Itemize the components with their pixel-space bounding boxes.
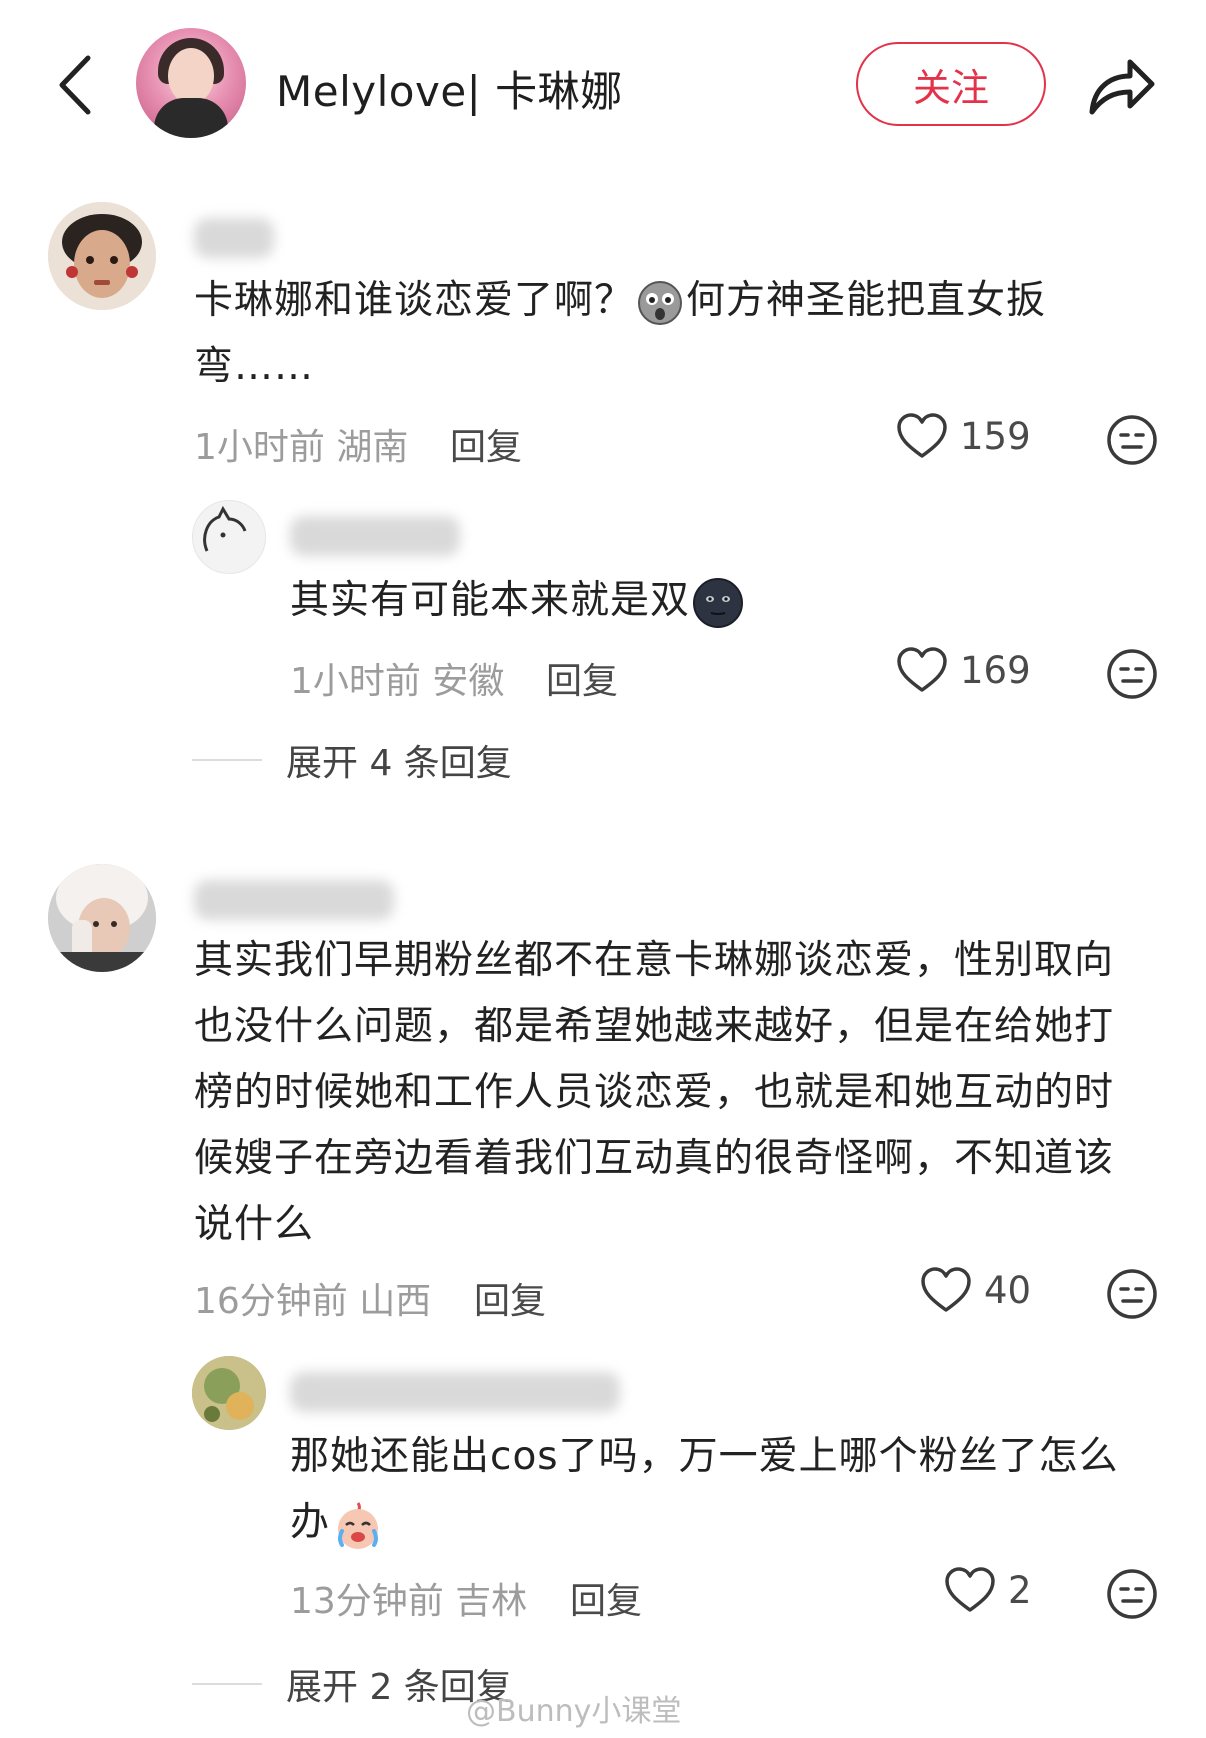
reply-time-location: 13分钟前 吉林 [290, 1581, 528, 1622]
reply-button[interactable]: 回复 [450, 418, 522, 470]
crying-face-emoji-icon [332, 1499, 384, 1551]
reply-button[interactable]: 回复 [474, 1272, 546, 1324]
heart-outline-icon [945, 1567, 995, 1612]
neutral-face-icon[interactable] [1106, 1268, 1158, 1320]
like-button[interactable]: 169 [896, 646, 1031, 694]
comment-line-2: 也没什么问题，都是希望她越来越好，但是在给她打 [194, 1004, 1115, 1049]
like-count: 40 [984, 1268, 1032, 1312]
author-avatar[interactable] [136, 28, 246, 138]
heart-outline-icon [921, 1267, 971, 1312]
share-icon[interactable] [1086, 50, 1158, 120]
like-button[interactable]: 2 [944, 1566, 1032, 1614]
expand-divider [192, 759, 262, 761]
neutral-face-icon[interactable] [1106, 648, 1158, 700]
reply-avatar[interactable] [192, 1356, 266, 1430]
comment-text-part1: 卡琳娜和谁谈恋爱了啊？ [194, 278, 635, 323]
expand-replies-button[interactable]: 展开 2 条回复 [192, 1658, 512, 1710]
comment-line-3: 榜的时候她和工作人员谈恋爱，也就是和她互动的时 [194, 1070, 1115, 1115]
heart-outline-icon [897, 647, 947, 692]
commenter-name-blurred[interactable] [194, 880, 394, 920]
comment-time-location: 16分钟前 山西 [194, 1281, 432, 1322]
shocked-face-emoji-icon [636, 279, 684, 327]
back-chevron-icon[interactable] [50, 50, 100, 120]
comment-text: 其实我们早期粉丝都不在意卡琳娜谈恋爱，性别取向 也没什么问题，都是希望她越来越好… [194, 928, 1174, 1258]
comment-line-5: 说什么 [194, 1202, 315, 1247]
post-header: Melylove| 卡琳娜 关注 [0, 0, 1206, 170]
replier-name-blurred[interactable] [290, 1372, 620, 1412]
heart-outline-icon [897, 413, 947, 458]
reply-time-location: 1小时前 安徽 [290, 661, 505, 702]
commenter-name-blurred[interactable] [194, 218, 274, 258]
reply-line-1: 那她还能出cos了吗，万一爱上哪个粉丝了怎么 [290, 1434, 1119, 1479]
comment-text: 卡琳娜和谁谈恋爱了啊？ 何方神圣能把直女扳弯…… [194, 268, 1094, 400]
expand-divider [192, 1683, 262, 1685]
follow-button[interactable]: 关注 [856, 42, 1046, 126]
neutral-face-icon[interactable] [1106, 414, 1158, 466]
comment-line-4: 候嫂子在旁边看着我们互动真的很奇怪啊，不知道该 [194, 1136, 1115, 1181]
expand-replies-button[interactable]: 展开 4 条回复 [192, 734, 512, 786]
commenter-avatar[interactable] [48, 864, 156, 972]
reply-text: 那她还能出cos了吗，万一爱上哪个粉丝了怎么 办 [290, 1424, 1170, 1556]
like-button[interactable]: 159 [896, 412, 1031, 460]
new-moon-face-emoji-icon [692, 577, 744, 629]
author-name[interactable]: Melylove| 卡琳娜 [276, 58, 623, 119]
neutral-face-icon[interactable] [1106, 1568, 1158, 1620]
like-button[interactable]: 40 [920, 1266, 1031, 1314]
avatar-face [168, 48, 214, 104]
avatar-body [154, 98, 228, 138]
like-count: 2 [1008, 1568, 1032, 1612]
watermark-text: @Bunny小课堂 [466, 1694, 682, 1729]
commenter-avatar[interactable] [48, 202, 156, 310]
reply-line-2: 办 [290, 1500, 331, 1545]
reply-line-2-wrap: 办 [290, 1490, 1170, 1556]
comment-line-1: 其实我们早期粉丝都不在意卡琳娜谈恋爱，性别取向 [194, 938, 1115, 983]
reply-text: 其实有可能本来就是双 [290, 568, 1110, 634]
like-count: 159 [960, 414, 1031, 458]
reply-text-content: 其实有可能本来就是双 [290, 578, 691, 623]
like-count: 169 [960, 648, 1031, 692]
replier-name-blurred[interactable] [290, 516, 460, 556]
comment-time-location: 1小时前 湖南 [194, 427, 409, 468]
reply-button[interactable]: 回复 [546, 652, 618, 704]
expand-replies-label: 展开 4 条回复 [286, 743, 512, 784]
reply-button[interactable]: 回复 [570, 1572, 642, 1624]
reply-avatar[interactable] [192, 500, 266, 574]
